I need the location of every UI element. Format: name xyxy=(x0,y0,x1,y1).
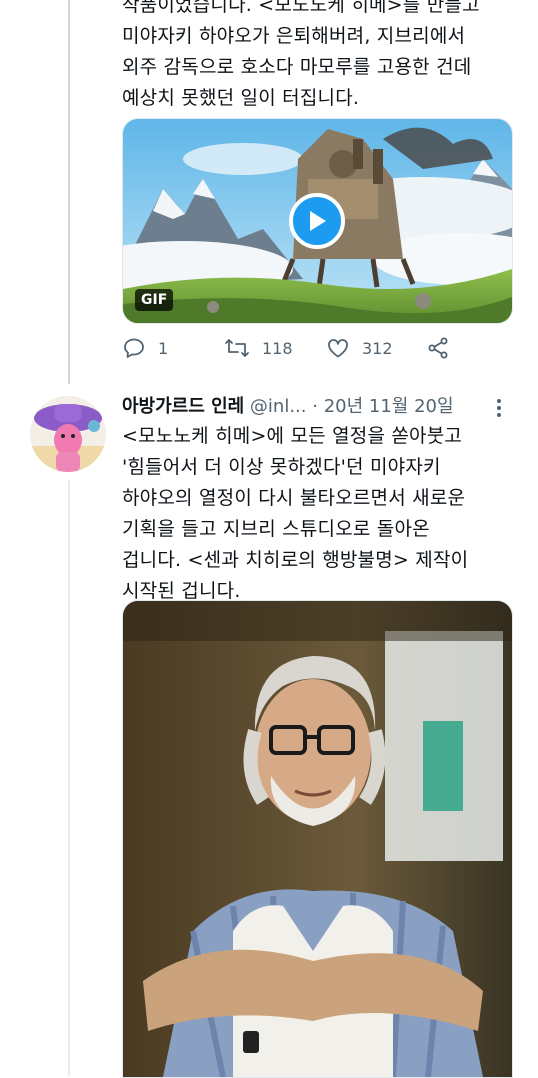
photo-portrait xyxy=(123,601,512,1077)
thread-line xyxy=(68,0,70,384)
retweet-action[interactable]: 118 xyxy=(224,336,293,360)
gif-badge: GIF xyxy=(135,289,174,311)
reply-icon xyxy=(124,338,144,358)
author-name[interactable]: 아방가르드 인레 xyxy=(122,396,244,417)
like-icon xyxy=(328,339,348,358)
author-handle[interactable]: @inl... xyxy=(250,396,307,417)
separator-dot: · xyxy=(312,396,318,417)
play-icon xyxy=(310,211,326,231)
avatar[interactable] xyxy=(30,396,106,472)
retweet-count: 118 xyxy=(262,338,293,358)
share-action[interactable] xyxy=(426,336,450,360)
share-icon xyxy=(428,337,448,359)
gif-media[interactable]: GIF xyxy=(122,118,513,324)
avatar-illustration xyxy=(30,396,106,472)
play-button[interactable] xyxy=(289,193,345,249)
reply-action[interactable]: 1 xyxy=(122,336,168,360)
retweet-icon xyxy=(225,339,249,357)
like-count: 312 xyxy=(362,338,393,358)
more-icon[interactable] xyxy=(496,398,502,418)
photo-media[interactable] xyxy=(122,600,513,1078)
tweet-text: 작품이었습니다. <모노노케 히메>를 만들고 미야자키 하야오가 은퇴해버려,… xyxy=(122,0,480,109)
like-action[interactable]: 312 xyxy=(326,336,393,360)
tweet-actions: 1 118 312 xyxy=(122,336,502,366)
reply-count: 1 xyxy=(158,338,169,358)
thread-line-continuation xyxy=(68,480,70,1076)
tweet-text: <모노노케 히메>에 모든 열정을 쏟아붓고 '힘들어서 더 이상 못하겠다'던… xyxy=(122,425,469,602)
tweet-header: 아방가르드 인레 @inl... · 20년 11월 20일 xyxy=(122,392,522,422)
tweet-date[interactable]: 20년 11월 20일 xyxy=(324,396,454,417)
